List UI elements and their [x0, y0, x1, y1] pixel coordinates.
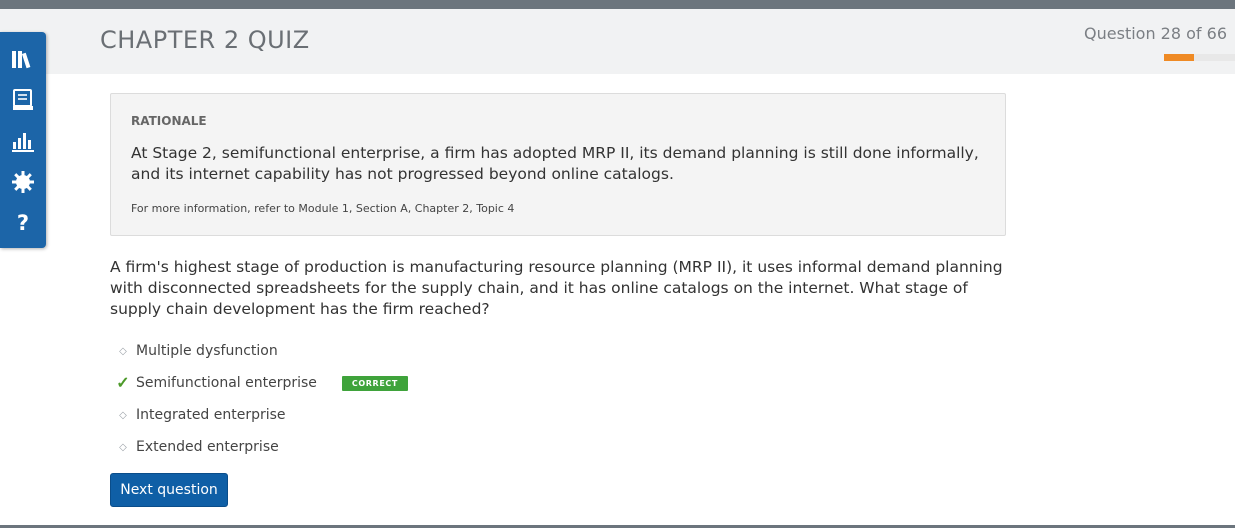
- rationale-heading: RATIONALE: [131, 114, 207, 128]
- answer-list: ◇ Multiple dysfunction ✓ Semifunctional …: [110, 335, 710, 463]
- diamond-icon: ◇: [119, 409, 127, 421]
- top-strip: [0, 0, 1235, 9]
- quiz-header: CHAPTER 2 QUIZ Question 28 of 66: [0, 9, 1235, 74]
- correct-badge: CORRECT: [341, 375, 408, 391]
- answer-label: Integrated enterprise: [136, 407, 286, 423]
- library-icon: [11, 48, 35, 70]
- help-icon: ?: [16, 210, 30, 235]
- rationale-panel: RATIONALE At Stage 2, semifunctional ent…: [110, 93, 1006, 236]
- settings-button[interactable]: [7, 166, 39, 197]
- notebook-icon: [11, 88, 35, 112]
- answer-label: Extended enterprise: [136, 439, 279, 455]
- checkmark-icon: ✓: [116, 375, 130, 392]
- answer-option[interactable]: ◇ Extended enterprise: [110, 431, 710, 463]
- library-button[interactable]: [7, 44, 39, 75]
- rationale-reference: For more information, refer to Module 1,…: [131, 202, 515, 215]
- answer-option[interactable]: ◇ Integrated enterprise: [110, 399, 710, 431]
- help-button[interactable]: ?: [7, 207, 39, 238]
- diamond-icon: ◇: [119, 345, 127, 357]
- rationale-text: At Stage 2, semifunctional enterprise, a…: [131, 144, 979, 183]
- bar-chart-icon: [11, 130, 35, 152]
- diamond-icon: ◇: [119, 441, 127, 453]
- gear-icon: [11, 170, 35, 194]
- question-counter: Question 28 of 66: [1084, 24, 1227, 43]
- answer-option-correct[interactable]: ✓ Semifunctional enterprise CORRECT: [110, 367, 710, 399]
- answer-label: Semifunctional enterprise: [136, 375, 317, 391]
- question-text: A firm's highest stage of production is …: [110, 258, 1003, 318]
- progress-fill: [1164, 54, 1195, 61]
- answer-label: Multiple dysfunction: [136, 343, 278, 359]
- next-question-button[interactable]: Next question: [110, 473, 228, 507]
- page-title: CHAPTER 2 QUIZ: [100, 26, 310, 54]
- stats-button[interactable]: [7, 126, 39, 157]
- answer-option[interactable]: ◇ Multiple dysfunction: [110, 335, 710, 367]
- side-toolbar: ?: [0, 32, 46, 248]
- notebook-button[interactable]: [7, 85, 39, 116]
- progress-bar: [1164, 54, 1235, 61]
